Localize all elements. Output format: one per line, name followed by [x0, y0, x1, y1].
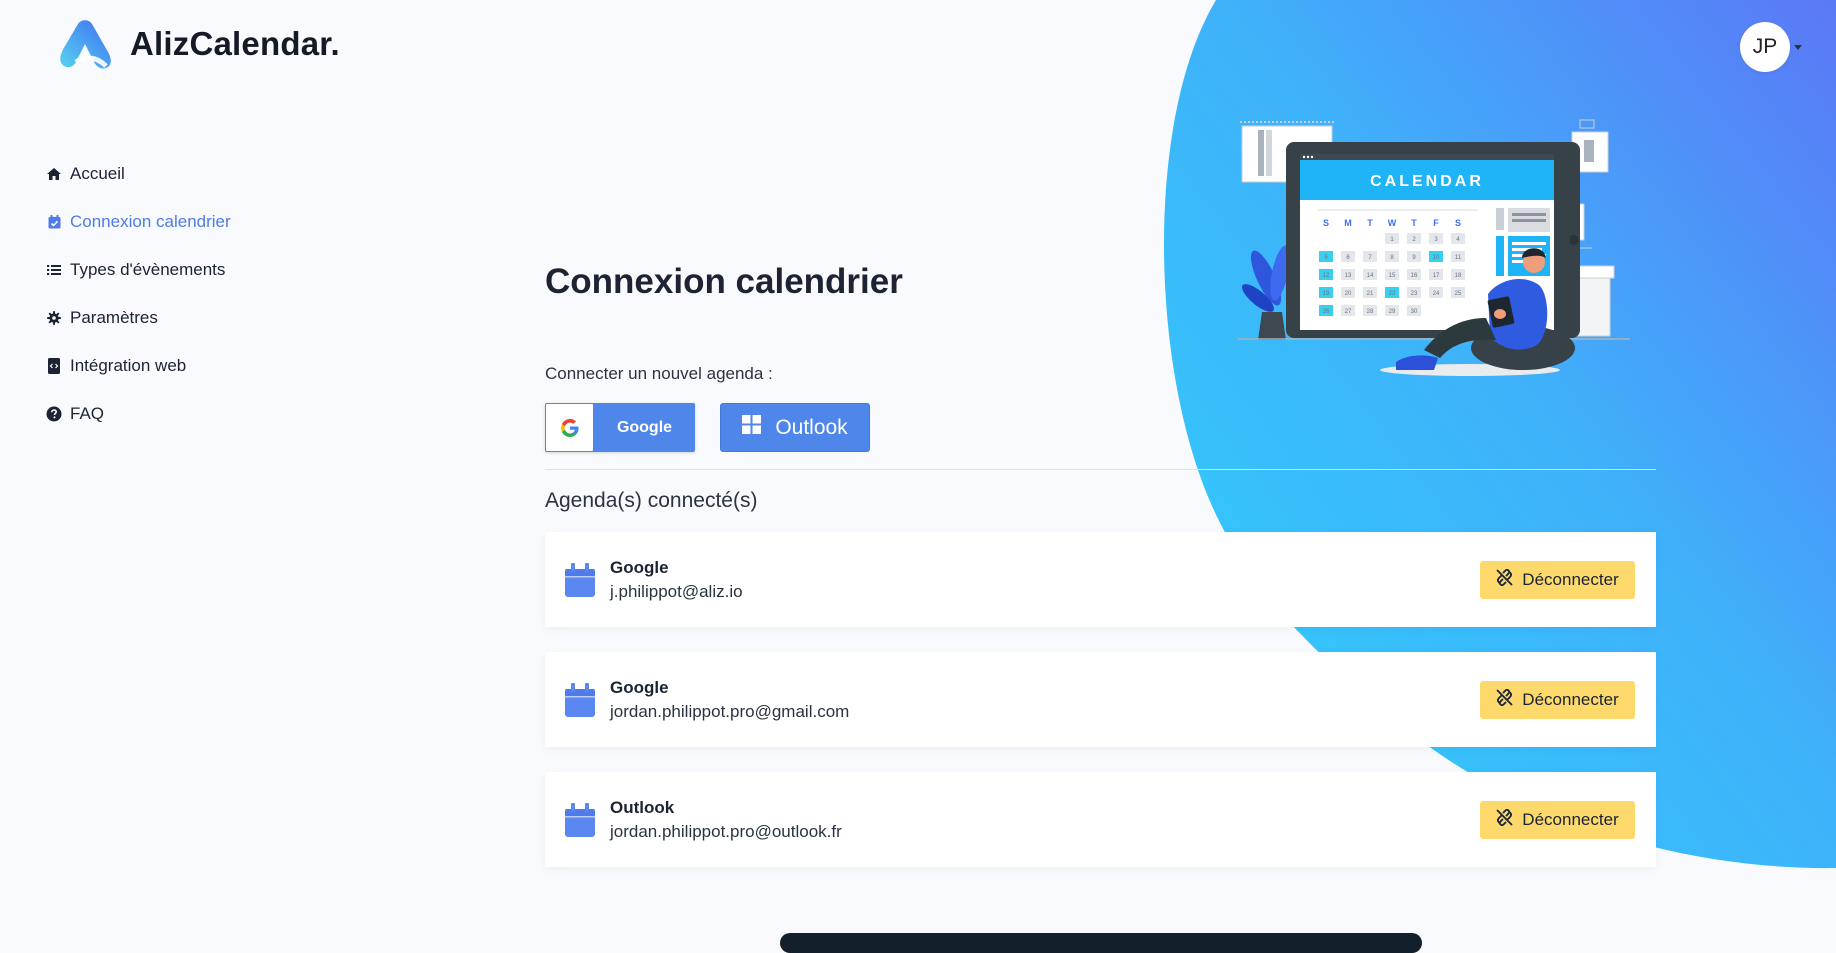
home-icon: [46, 166, 62, 182]
sidebar-item-label: FAQ: [70, 404, 105, 423]
illustration-day-label: 26: [1323, 309, 1330, 315]
sidebar-item-integration-web[interactable]: Intégration web: [46, 342, 231, 390]
connect-prompt: Connecter un nouvel agenda :: [545, 364, 773, 383]
user-menu[interactable]: JP: [1740, 22, 1802, 72]
illustration-day-label: 24: [1433, 291, 1440, 297]
sidebar-item-parametres[interactable]: Paramètres: [46, 294, 231, 342]
unlink-icon: [1496, 688, 1513, 711]
illustration-day-label: 25: [1455, 291, 1462, 297]
unlink-icon: [1496, 808, 1513, 831]
illustration-weekday: W: [1388, 218, 1397, 228]
disconnect-button[interactable]: Déconnecter: [1480, 561, 1635, 599]
chevron-down-icon[interactable]: [1794, 44, 1802, 50]
illustration-weekday: S: [1455, 218, 1461, 228]
illustration-day-label: 27: [1345, 309, 1352, 315]
section-divider: [545, 469, 1656, 470]
illustration-day-label: 11: [1455, 255, 1462, 261]
disconnect-button[interactable]: Déconnecter: [1480, 681, 1635, 719]
calendar-illustration: CALENDAR SMTWTFS 1 2 3 45 6 7 8 9 10 1112 13 14 15 16…: [1238, 119, 1630, 376]
connect-outlook-button[interactable]: Outlook: [720, 403, 870, 452]
avatar[interactable]: JP: [1740, 22, 1790, 72]
unlink-icon: [1496, 568, 1513, 591]
sidebar-item-accueil[interactable]: Accueil: [46, 150, 231, 198]
illustration-day-label: 20: [1345, 291, 1352, 297]
illustration-day-label: 13: [1345, 273, 1352, 279]
illustration-day-label: 22: [1389, 291, 1396, 297]
illustration-day-label: 17: [1433, 273, 1440, 279]
connect-google-button[interactable]: Google: [545, 403, 695, 452]
calendar-provider: Outlook: [610, 797, 675, 817]
illustration-day-label: 10: [1433, 255, 1440, 261]
calendar-provider: Google: [610, 557, 669, 577]
connected-calendar-card: Outlook jordan.philippot.pro@outlook.fr …: [545, 772, 1656, 867]
app-name: AlizCalendar.: [130, 25, 340, 62]
sidebar-nav: Accueil Connexion calendrier Types d'évè…: [46, 150, 231, 438]
disconnect-label: Déconnecter: [1522, 570, 1619, 589]
illustration-day-label: 28: [1367, 309, 1374, 315]
sidebar-item-faq[interactable]: FAQ: [46, 390, 231, 438]
illustration-day-label: 18: [1455, 273, 1462, 279]
sidebar-item-label: Accueil: [70, 164, 125, 183]
illustration-weekday: F: [1433, 218, 1439, 228]
disconnect-label: Déconnecter: [1522, 690, 1619, 709]
code-file-icon: [46, 358, 62, 374]
illustration-weekday: T: [1411, 218, 1417, 228]
google-button-label: Google: [616, 418, 673, 436]
app-logo[interactable]: AlizCalendar.: [56, 16, 340, 72]
illustration-day-label: 16: [1411, 273, 1418, 279]
disconnect-button[interactable]: Déconnecter: [1480, 801, 1635, 839]
list-icon: [46, 262, 62, 278]
illustration-day-label: 19: [1323, 291, 1330, 297]
illustration-day-label: 29: [1389, 309, 1396, 315]
question-circle-icon: [46, 406, 62, 422]
illustration-calendar-title: CALENDAR: [1370, 173, 1484, 190]
sidebar-item-connexion-calendrier[interactable]: Connexion calendrier: [46, 198, 231, 246]
sidebar-item-label: Connexion calendrier: [70, 212, 231, 231]
connected-calendar-card: Google jordan.philippot.pro@gmail.com Dé…: [545, 652, 1656, 747]
calendar-icon: [565, 562, 595, 597]
connected-calendar-card: Google j.philippot@aliz.io Déconnecter: [545, 532, 1656, 627]
google-logo-icon: [546, 404, 593, 451]
illustration-day-label: 12: [1323, 273, 1330, 279]
illustration-day-label: 23: [1411, 291, 1418, 297]
illustration-day-label: 14: [1367, 273, 1374, 279]
sidebar-item-label: Types d'évènements: [70, 260, 226, 279]
illustration-weekday: S: [1323, 218, 1329, 228]
calendar-provider: Google: [610, 677, 669, 697]
illustration-day-label: 21: [1367, 291, 1374, 297]
calendar-icon: [565, 802, 595, 837]
connected-calendars-title: Agenda(s) connecté(s): [545, 489, 758, 512]
sidebar-item-label: Paramètres: [70, 308, 158, 327]
sidebar-item-types-evenements[interactable]: Types d'évènements: [46, 246, 231, 294]
calendar-email: j.philippot@aliz.io: [610, 581, 743, 601]
gear-icon: [46, 310, 62, 326]
page-title: Connexion calendrier: [545, 262, 903, 301]
calendar-email: jordan.philippot.pro@gmail.com: [610, 701, 850, 721]
calendar-icon: [565, 682, 595, 717]
illustration-weekday: M: [1344, 218, 1352, 228]
logo-mark-icon: [60, 20, 111, 69]
illustration-day-label: 30: [1411, 309, 1418, 315]
bottom-banner: [780, 933, 1422, 953]
illustration-weekday: T: [1367, 218, 1373, 228]
calendar-email: jordan.philippot.pro@outlook.fr: [610, 821, 842, 841]
windows-logo-icon: [742, 415, 762, 440]
calendar-check-icon: [46, 214, 62, 230]
illustration-day-label: 15: [1389, 273, 1396, 279]
outlook-button-label: Outlook: [775, 415, 848, 439]
sidebar-item-label: Intégration web: [70, 356, 187, 375]
disconnect-label: Déconnecter: [1522, 810, 1619, 829]
